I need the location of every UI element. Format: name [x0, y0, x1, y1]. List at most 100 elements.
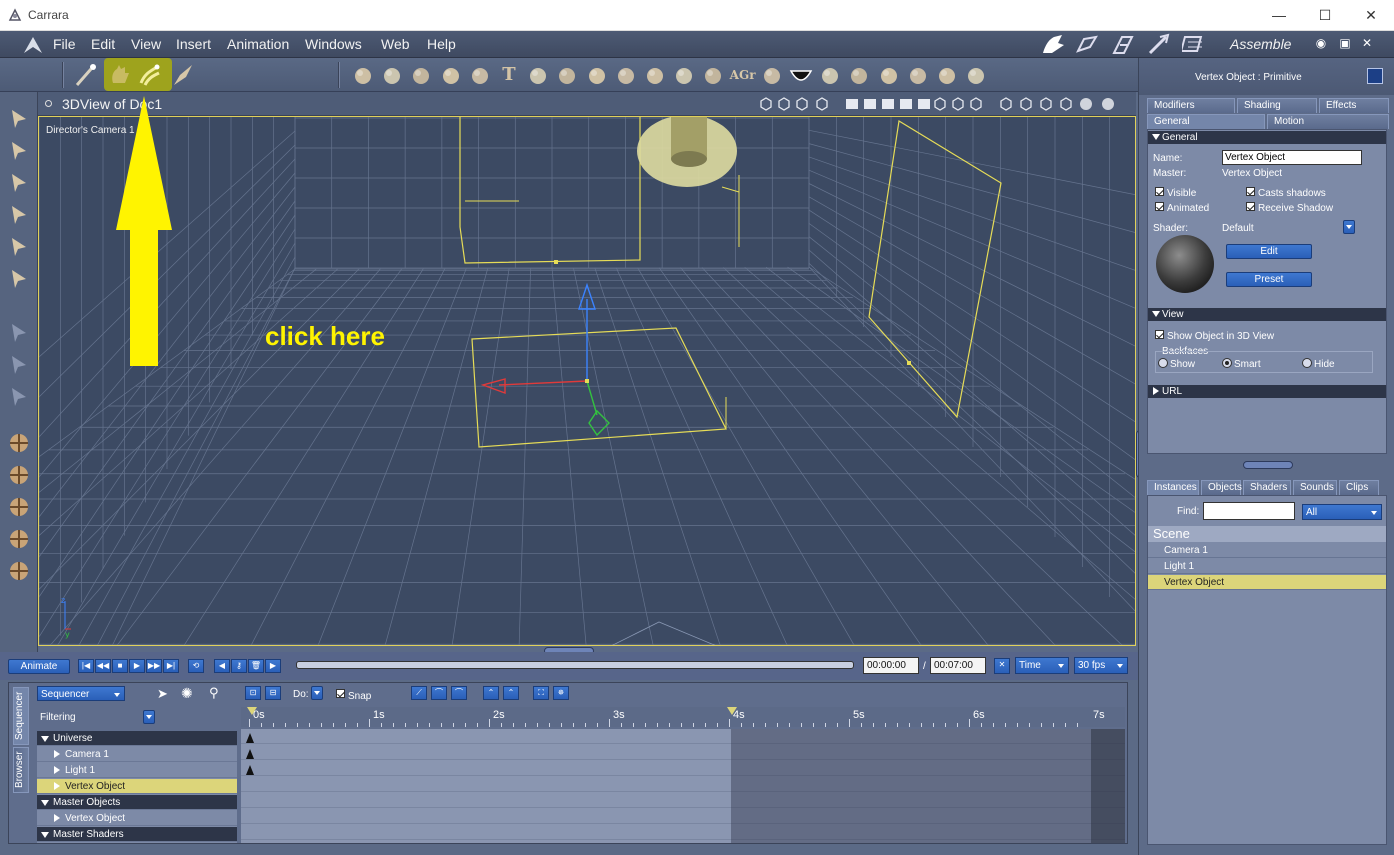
preset-shader-button[interactable]: Preset: [1226, 272, 1312, 287]
time-scrubber[interactable]: [296, 661, 854, 669]
expand-down-icon[interactable]: [41, 832, 49, 838]
insert-bone-icon[interactable]: [963, 61, 989, 89]
marker-icon[interactable]: ⛶: [533, 686, 549, 700]
view-wire-box-icon[interactable]: [1038, 96, 1054, 112]
stop-icon[interactable]: ■: [112, 659, 128, 673]
transform-gizmo[interactable]: [480, 282, 610, 437]
do-dropdown[interactable]: [311, 686, 323, 700]
view-sphere-shade-icon[interactable]: [1078, 96, 1094, 112]
keyframe-marker[interactable]: [246, 749, 254, 759]
prev-key-icon[interactable]: ◀: [214, 659, 230, 673]
snap-checkbox[interactable]: [336, 689, 345, 698]
pan-hand-tool-icon[interactable]: [6, 352, 32, 378]
rotate-tool-icon[interactable]: [6, 170, 32, 196]
tree-row[interactable]: Vertex Object: [37, 779, 237, 794]
view-layout-3-icon[interactable]: [880, 96, 896, 112]
expand-down-icon[interactable]: [41, 800, 49, 806]
insert-camera-icon[interactable]: [876, 61, 902, 89]
restore-icon[interactable]: ▣: [1338, 36, 1352, 50]
scene-item-camera[interactable]: Camera 1: [1148, 543, 1386, 558]
side-tab-browser[interactable]: Browser: [13, 747, 29, 793]
view-layout-5-icon[interactable]: [916, 96, 932, 112]
animated-checkbox[interactable]: [1155, 202, 1164, 211]
end-time-field[interactable]: 00:07:00: [930, 657, 986, 674]
tab-shading[interactable]: Shading: [1237, 98, 1317, 113]
tab-instances[interactable]: Instances: [1147, 480, 1199, 495]
select-arrow-tool-icon[interactable]: [6, 106, 32, 132]
fps-combo[interactable]: 30 fps: [1074, 657, 1128, 674]
insert-light-icon[interactable]: [846, 61, 872, 89]
expand-right-icon[interactable]: [54, 782, 60, 790]
insert-fire-icon[interactable]: [642, 61, 668, 89]
menu-insert[interactable]: Insert: [176, 36, 211, 52]
expand-down-icon[interactable]: [41, 736, 49, 742]
view-shading-icon[interactable]: [814, 96, 830, 112]
collapse-panel-icon[interactable]: [1367, 68, 1383, 84]
insert-globe-icon[interactable]: [408, 61, 434, 89]
time-mode-icon[interactable]: ✕: [994, 658, 1010, 674]
insert-terrain-icon[interactable]: [554, 61, 580, 89]
view-sphere-smooth-icon[interactable]: [1100, 96, 1116, 112]
general-section-header[interactable]: General: [1148, 131, 1386, 144]
tree-row[interactable]: Master Shaders: [37, 827, 237, 842]
view-solid-box-icon[interactable]: [1058, 96, 1074, 112]
tree-row[interactable]: Camera 1: [37, 747, 237, 762]
view-hierarchy-tool-icon[interactable]: [776, 96, 792, 112]
playhead-start-marker[interactable]: [247, 707, 257, 715]
menu-animation[interactable]: Animation: [227, 36, 289, 52]
track-tool-icon[interactable]: [6, 526, 32, 552]
tree-row[interactable]: Master Objects: [37, 795, 237, 810]
view-cube-front-icon[interactable]: [932, 96, 948, 112]
filter-combo[interactable]: All: [1302, 504, 1382, 520]
brush-tool-icon[interactable]: [170, 61, 196, 89]
menu-help[interactable]: Help: [427, 36, 456, 52]
playhead-end-marker[interactable]: [727, 707, 737, 715]
insert-bowl-black-icon[interactable]: [788, 61, 814, 89]
fit-range-icon[interactable]: ⊟: [265, 686, 281, 700]
animate-button[interactable]: Animate: [8, 659, 70, 674]
move-xy-tool-icon[interactable]: [6, 462, 32, 488]
insert-sphere-icon[interactable]: [350, 61, 376, 89]
zoom-icon[interactable]: ⚲: [209, 685, 219, 701]
zoom-magnifier-tool-icon[interactable]: [6, 384, 32, 410]
time-mode-combo[interactable]: Time: [1015, 657, 1069, 674]
view-cube-top-icon[interactable]: [968, 96, 984, 112]
shader-preview-sphere[interactable]: [1155, 234, 1215, 294]
tab-shaders[interactable]: Shaders: [1243, 480, 1291, 495]
texture-room-icon[interactable]: [1146, 33, 1172, 55]
shader-dropdown[interactable]: [1343, 220, 1355, 234]
select-arrow-icon[interactable]: ➤: [157, 686, 168, 702]
casts-shadows-checkbox[interactable]: [1246, 187, 1255, 196]
side-tab-sequencer[interactable]: Sequencer: [13, 687, 29, 745]
insert-rock-icon[interactable]: [817, 61, 843, 89]
filtering-dropdown[interactable]: [143, 710, 155, 724]
brush-paint-tool-icon[interactable]: [6, 266, 32, 292]
insert-hierarchy-icon[interactable]: [905, 61, 931, 89]
go-to-start-icon[interactable]: |◀: [78, 659, 94, 673]
expand-right-icon[interactable]: [54, 750, 60, 758]
view-cube-side-icon[interactable]: [950, 96, 966, 112]
insert-goblet-icon[interactable]: [379, 61, 405, 89]
tab-motion[interactable]: Motion: [1267, 114, 1389, 129]
eye-icon[interactable]: ◉: [1314, 36, 1328, 50]
tween-curve-icon[interactable]: ⌒: [451, 686, 467, 700]
viewport-menu-icon[interactable]: [45, 100, 52, 107]
rewind-icon[interactable]: ◀◀: [95, 659, 111, 673]
model-room-icon[interactable]: [1074, 33, 1100, 55]
tab-general[interactable]: General: [1147, 114, 1265, 129]
insert-bowl-icon[interactable]: [759, 61, 785, 89]
vertex-modeler-tool-icon[interactable]: [137, 61, 163, 89]
keyframe-marker[interactable]: [246, 765, 254, 775]
scale-tool-icon[interactable]: [6, 202, 32, 228]
insert-cloud-icon[interactable]: [613, 61, 639, 89]
minimize-button[interactable]: —: [1256, 0, 1302, 31]
view-layout-4-icon[interactable]: [898, 96, 914, 112]
tab-modifiers[interactable]: Modifiers: [1147, 98, 1235, 113]
insert-plants-icon[interactable]: [700, 61, 726, 89]
menu-edit[interactable]: Edit: [91, 36, 115, 52]
tab-objects[interactable]: Objects: [1201, 480, 1242, 495]
key-icon[interactable]: ⚷: [231, 659, 247, 673]
scene-item-vertex-object[interactable]: Vertex Object: [1148, 575, 1386, 590]
insert-text-3d-icon[interactable]: AGr: [730, 61, 756, 89]
light-tool-icon[interactable]: ✺: [181, 685, 193, 702]
